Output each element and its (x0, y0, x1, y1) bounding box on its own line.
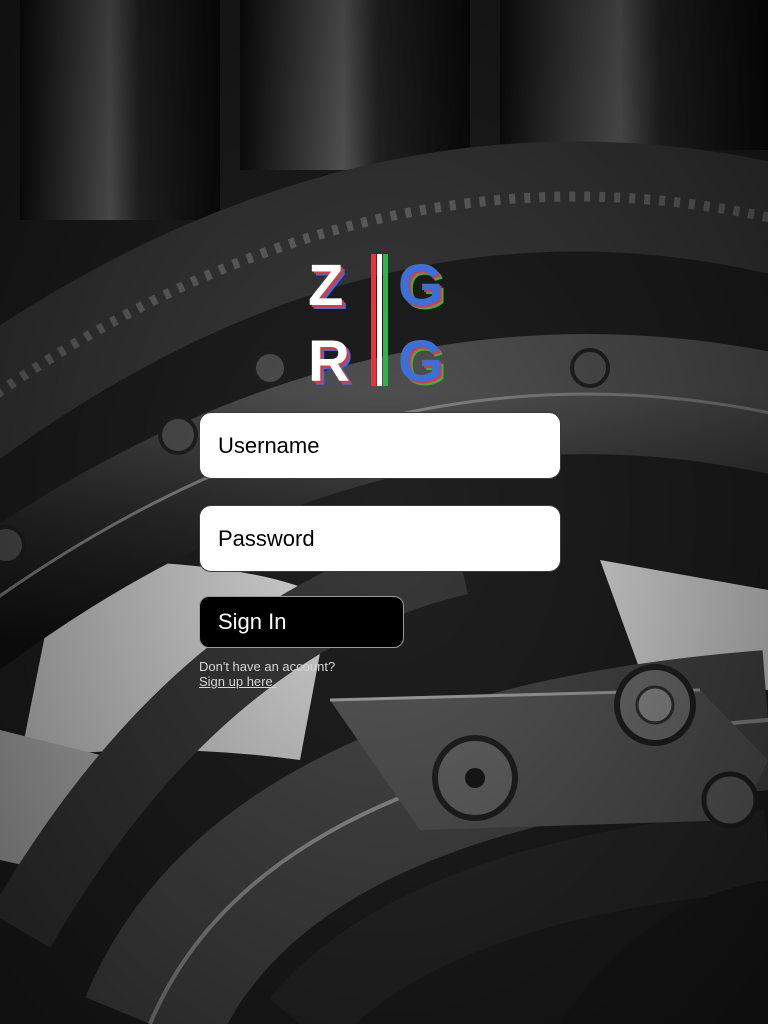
logo-letter-g-top: G G G (398, 253, 447, 322)
zigrig-logo: Z Z Z G G G R R R G G G (308, 253, 447, 390)
svg-text:R: R (308, 329, 350, 390)
username-input[interactable] (199, 412, 561, 479)
logo-green-bar (383, 254, 388, 386)
logo-red-bar (371, 254, 376, 386)
sign-in-button[interactable]: Sign In (199, 596, 404, 648)
svg-text:G: G (398, 253, 443, 318)
password-input[interactable] (199, 505, 561, 572)
sign-up-link[interactable]: Sign up here. (199, 674, 335, 689)
no-account-text: Don't have an account? (199, 659, 336, 674)
logo-letter-r: R R R (308, 329, 354, 390)
logo-letter-g-bottom: G G G (398, 329, 447, 390)
signup-prompt: Don't have an account? Sign up here. (199, 659, 335, 689)
logo-letter-z: Z Z Z (308, 253, 347, 322)
logo-white-bar (377, 254, 382, 386)
login-screen: Z Z Z G G G R R R G G G Sign In Don't ha… (0, 0, 768, 1024)
svg-text:G: G (398, 329, 443, 390)
svg-text:Z: Z (308, 253, 343, 318)
